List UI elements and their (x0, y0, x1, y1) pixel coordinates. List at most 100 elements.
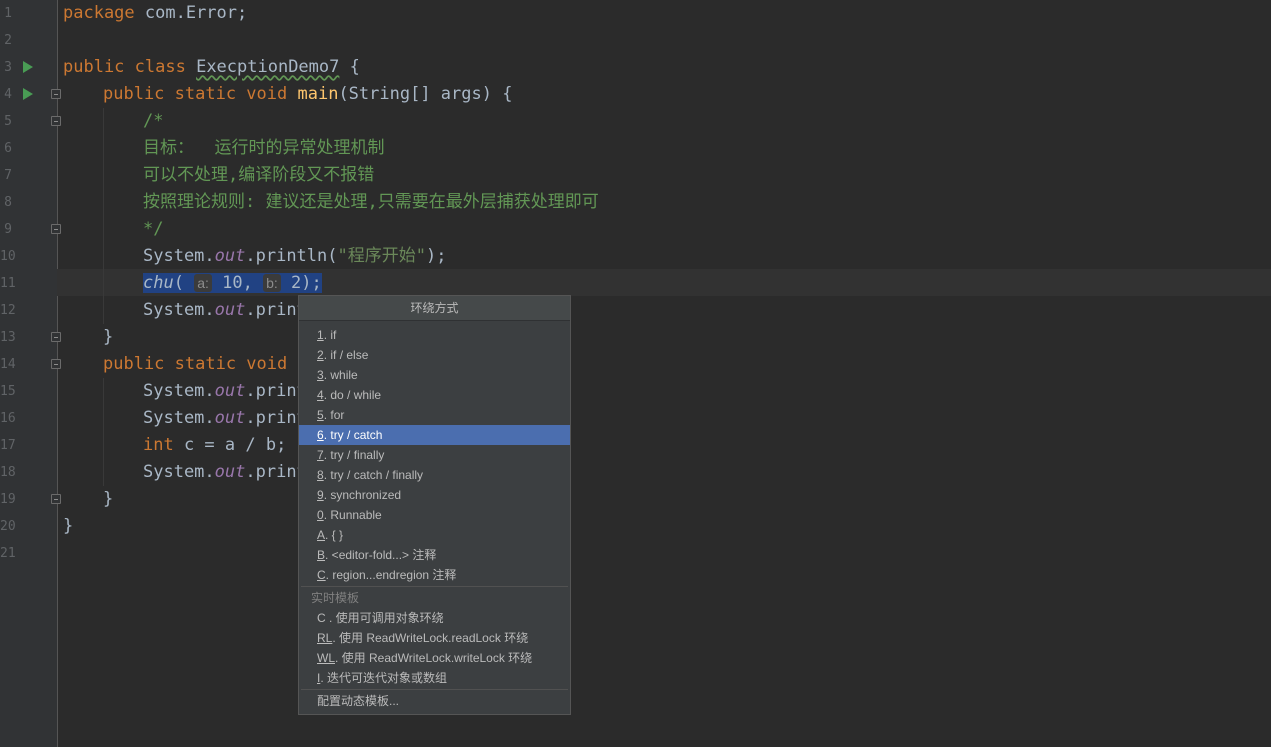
surround-option-try-catch[interactable]: 6. try / catch (299, 425, 570, 445)
surround-option-runnable[interactable]: 0. Runnable (299, 505, 570, 525)
mnemonic: RL (317, 631, 333, 645)
surround-option-if[interactable]: 1. if (299, 325, 570, 345)
option-label: . 使用可调用对象环绕 (325, 611, 444, 625)
comment-line: 按照理论规则: 建议还是处理,只需要在最外层捕获处理即可 (143, 192, 599, 212)
line-number: 13 (0, 330, 16, 345)
method-call: chu (143, 273, 174, 293)
option-label: . { } (325, 528, 344, 542)
code-text: System. (143, 300, 215, 320)
code-text: (String[] args) { (338, 84, 513, 104)
editor-gutter: 1 2 3 4 5 6 7 8 9 10 11 12 13 14 15 16 1… (0, 0, 61, 747)
string-literal: "程序开始" (337, 246, 426, 266)
line-number: 7 (4, 168, 12, 183)
line-number: 21 (0, 546, 16, 561)
surround-option-while[interactable]: 3. while (299, 365, 570, 385)
mnemonic: 9 (317, 488, 324, 502)
code-text: System. (143, 246, 215, 266)
surround-with-popup[interactable]: 环绕方式 1. if 2. if / else 3. while 4. do /… (298, 295, 571, 715)
line-number: 6 (4, 141, 12, 156)
mnemonic: C (317, 611, 326, 625)
code-editor[interactable]: package com.Error; public class Execptio… (57, 0, 1271, 747)
static-field: out (214, 381, 246, 401)
option-label: . region...endregion 注释 (325, 568, 457, 582)
method-name: main (297, 84, 339, 104)
comment-line: 可以不处理,编译阶段又不报错 (143, 165, 375, 185)
keyword: int (143, 435, 174, 455)
code-text: System. (143, 408, 215, 428)
option-label: . Runnable (323, 508, 382, 522)
line-number: 2 (4, 33, 12, 48)
code-line-17: int c = a / b; (143, 432, 286, 459)
surround-option-try-catch-finally[interactable]: 8. try / catch / finally (299, 465, 570, 485)
option-label: . if (323, 328, 337, 342)
option-label: . while (323, 368, 358, 382)
keyword: public static void (103, 354, 288, 374)
code-line-3: public class ExecptionDemo7 { (63, 54, 360, 81)
line-number: 14 (0, 357, 16, 372)
option-label: . for (323, 408, 345, 422)
configure-live-templates-link[interactable]: 配置动态模板... (299, 691, 570, 711)
option-label: . 使用 ReadWriteLock.readLock 环绕 (332, 631, 529, 645)
mnemonic: 6 (317, 428, 324, 442)
surround-option-editor-fold[interactable]: B. <editor-fold...> 注释 (299, 545, 570, 565)
code-text: ( (173, 273, 184, 293)
parameter-hint: b: (263, 274, 281, 292)
line-number: 12 (0, 303, 16, 318)
surround-option-try-finally[interactable]: 7. try / finally (299, 445, 570, 465)
code-line-19: } (103, 489, 114, 509)
code-line-20: } (63, 516, 74, 536)
run-icon[interactable] (23, 88, 33, 100)
surround-option-do-while[interactable]: 4. do / while (299, 385, 570, 405)
surround-option-if-else[interactable]: 2. if / else (299, 345, 570, 365)
code-line-13: } (103, 327, 114, 347)
mnemonic: 0 (317, 508, 324, 522)
line-number: 16 (0, 411, 16, 426)
option-label: . try / catch (323, 428, 383, 442)
option-label: . do / while (323, 388, 382, 402)
template-callable[interactable]: C . 使用可调用对象环绕 (299, 608, 570, 628)
code-line-1: package com.Error; (63, 0, 247, 27)
option-label: . 迭代可迭代对象或数组 (320, 671, 448, 685)
comment-line: /* (143, 111, 164, 131)
option-label: . try / catch / finally (323, 468, 424, 482)
surround-option-synchronized[interactable]: 9. synchronized (299, 485, 570, 505)
code-text: c = a / b; (173, 435, 287, 455)
separator (301, 586, 568, 587)
code-text: { (339, 57, 360, 77)
mnemonic: 5 (317, 408, 324, 422)
line-number: 18 (0, 465, 16, 480)
mnemonic: WL (317, 651, 335, 665)
keyword: public static void (103, 84, 288, 104)
code-text: .println( (245, 246, 338, 266)
keyword: package (63, 3, 135, 23)
selected-code[interactable]: chu( a: 10, b: 2); (143, 273, 322, 293)
indent-guide (103, 378, 104, 486)
surround-option-for[interactable]: 5. for (299, 405, 570, 425)
code-text: System. (143, 381, 215, 401)
live-templates-label: 实时模板 (311, 591, 360, 605)
surround-option-region[interactable]: C. region...endregion 注释 (299, 565, 570, 585)
class-name: ExecptionDemo7 (196, 57, 340, 77)
mnemonic: 1 (317, 328, 324, 342)
template-iterate[interactable]: I. 迭代可迭代对象或数组 (299, 668, 570, 688)
line-number: 9 (4, 222, 12, 237)
static-field: out (214, 300, 246, 320)
run-icon[interactable] (23, 61, 33, 73)
mnemonic: 8 (317, 468, 324, 482)
line-number: 5 (4, 114, 12, 129)
popup-title: 环绕方式 (299, 296, 570, 321)
mnemonic: 4 (317, 388, 324, 402)
line-number: 1 (4, 6, 12, 21)
template-readlock[interactable]: RL. 使用 ReadWriteLock.readLock 环绕 (299, 628, 570, 648)
comment-line: 目标： 运行时的异常处理机制 (143, 138, 385, 158)
code-text: ); (425, 246, 447, 266)
code-line-14: public static void c (103, 351, 308, 378)
static-field: out (214, 462, 246, 482)
template-writelock[interactable]: WL. 使用 ReadWriteLock.writeLock 环绕 (299, 648, 570, 668)
option-label: . synchronized (323, 488, 402, 502)
line-number: 20 (0, 519, 16, 534)
line-number: 15 (0, 384, 16, 399)
mnemonic: 2 (317, 348, 324, 362)
mnemonic: 7 (317, 448, 324, 462)
surround-option-braces[interactable]: A. { } (299, 525, 570, 545)
